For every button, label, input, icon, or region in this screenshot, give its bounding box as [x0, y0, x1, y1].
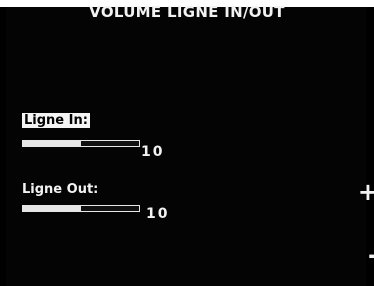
line-in-level-bar[interactable] — [22, 140, 140, 147]
line-in-value: 10 — [141, 144, 165, 160]
line-in-level-fill — [23, 141, 81, 146]
line-out-level-bar[interactable] — [22, 205, 140, 212]
increase-button[interactable]: + — [358, 180, 374, 204]
line-out-level-fill — [23, 206, 81, 211]
line-out-label[interactable]: Ligne Out: — [22, 182, 98, 197]
screen-title: VOLUME LIGNE IN/OUT — [89, 3, 285, 21]
decrease-button[interactable]: - — [368, 243, 374, 267]
line-out-value: 10 — [146, 206, 170, 222]
line-in-label[interactable]: Ligne In: — [22, 113, 90, 128]
